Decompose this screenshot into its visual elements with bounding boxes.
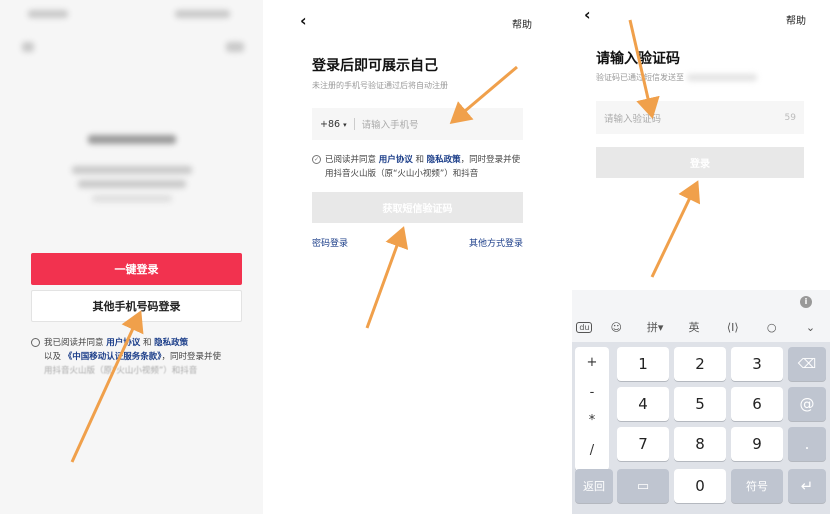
key-4[interactable]: 4 [617, 387, 669, 421]
login-button[interactable]: 登录 [596, 147, 804, 178]
agree-suffix-text: ，同时登录并使 [161, 352, 221, 362]
enter-icon: ↵ [800, 477, 814, 495]
other-login-link[interactable]: 其他方式登录 [469, 236, 523, 249]
symbol-key[interactable]: 符号 [731, 469, 783, 503]
key-8[interactable]: 8 [674, 427, 726, 461]
caret-down-icon: ▾ [343, 120, 347, 129]
masked-carrier-line-3 [92, 195, 172, 202]
status-bar-left [28, 10, 68, 18]
key-slash[interactable]: / [575, 443, 609, 458]
pinyin-mode-toggle[interactable]: 拼▾ [640, 319, 670, 335]
privacy-policy-link[interactable]: 隐私政策 [154, 338, 188, 348]
key-minus[interactable]: - [575, 385, 609, 400]
key-7[interactable]: 7 [617, 427, 669, 461]
english-mode-toggle[interactable]: 英 [679, 319, 709, 335]
back-chevron-icon[interactable]: ‹ [300, 11, 307, 30]
agree-text: 已阅读并同意 [325, 155, 377, 165]
key-3[interactable]: 3 [731, 347, 783, 381]
symbol-column: + - * / [575, 347, 609, 471]
phone-input[interactable]: +86 ▾ 请输入手机号 [312, 108, 523, 140]
keyboard-toolbar: du ☺ 拼▾ 英 ⟨I⟩ ○ ⌄ [572, 312, 830, 342]
back-key[interactable]: 返回 [575, 469, 613, 503]
country-code-text: +86 [320, 118, 341, 130]
password-login-link[interactable]: 密码登录 [312, 236, 348, 249]
page-subtitle: 未注册的手机号验证通过后将自动注册 [312, 81, 448, 90]
backspace-icon: ⌫ [797, 356, 817, 372]
masked-phone-number [88, 135, 176, 144]
agree-text: 我已阅读并同意 [44, 338, 104, 348]
help-link[interactable]: 帮助 [512, 16, 532, 31]
agree-radio[interactable] [31, 338, 40, 347]
key-0[interactable]: 0 [674, 469, 726, 503]
key-at[interactable]: @ [788, 387, 826, 421]
country-code-select[interactable]: +86 ▾ [312, 119, 347, 130]
key-9[interactable]: 9 [731, 427, 783, 461]
divider [353, 118, 355, 130]
agree-check-icon[interactable]: ✓ [312, 155, 321, 164]
collapse-keyboard-icon[interactable]: ⌄ [795, 321, 825, 334]
cursor-icon[interactable]: ⟨I⟩ [718, 321, 748, 334]
help-link[interactable]: 帮助 [786, 12, 806, 27]
emoji-icon[interactable]: ☺ [601, 321, 631, 334]
key-5[interactable]: 5 [674, 387, 726, 421]
code-placeholder: 请输入验证码 [604, 113, 662, 125]
info-icon[interactable]: i [800, 296, 812, 308]
voice-key[interactable]: ▭ [617, 469, 669, 503]
status-bar-right [175, 10, 230, 18]
keyboard-logo-icon[interactable]: du [576, 321, 593, 333]
page-title: 请输入验证码 [596, 51, 680, 67]
and-text: 和 [142, 338, 152, 348]
subtitle-text: 验证码已通过短信发送至 [596, 73, 684, 82]
cmcc-terms-link[interactable]: 《中国移动认证服务条款》 [64, 352, 162, 362]
countdown-timer: 59 [784, 112, 796, 123]
masked-carrier-line-1 [72, 166, 192, 174]
user-agreement-link[interactable]: 用户协议 [379, 155, 413, 165]
phone-placeholder: 请输入手机号 [361, 120, 419, 131]
page-title: 登录后即可展示自己 [312, 58, 438, 74]
masked-carrier-line-2 [78, 180, 186, 188]
microphone-icon: ▭ [636, 478, 650, 494]
key-dot[interactable]: . [788, 427, 826, 461]
key-1[interactable]: 1 [617, 347, 669, 381]
page-subtitle: 验证码已通过短信发送至 [596, 72, 757, 83]
get-sms-code-button[interactable]: 获取短信验证码 [312, 192, 523, 223]
keyboard-top-bar: i [572, 290, 830, 312]
masked-phone [686, 74, 757, 81]
close-icon[interactable] [22, 42, 34, 52]
code-input[interactable]: 请输入验证码 59 [596, 101, 804, 134]
backspace-key[interactable]: ⌫ [788, 347, 826, 381]
agree-faded-text: 用抖音火山版（原“火山小视频”）和抖音 [44, 366, 198, 376]
agreement-block: ✓ 已阅读并同意 用户协议 和 隐私政策，同时登录并使用抖音火山版（原“火山小视… [312, 153, 527, 181]
search-icon[interactable]: ○ [757, 321, 787, 334]
one-click-login-button[interactable]: 一键登录 [31, 253, 242, 285]
key-2[interactable]: 2 [674, 347, 726, 381]
and-text: 和 [415, 155, 424, 165]
also-text: 以及 [44, 352, 62, 362]
menu-icon[interactable] [226, 42, 244, 52]
key-6[interactable]: 6 [731, 387, 783, 421]
verify-code-panel: ‹ 帮助 请输入验证码 验证码已通过短信发送至 请输入验证码 59 登录 i d… [572, 0, 830, 514]
key-asterisk[interactable]: * [575, 413, 609, 428]
login-panel-one-click: 一键登录 其他手机号码登录 我已阅读并同意 用户协议 和 隐私政策 以及 《中国… [0, 0, 263, 514]
key-plus[interactable]: + [575, 355, 609, 370]
enter-key[interactable]: ↵ [788, 469, 826, 503]
login-panel-phone: ‹ 帮助 登录后即可展示自己 未注册的手机号验证通过后将自动注册 +86 ▾ 请… [290, 0, 553, 514]
privacy-policy-link[interactable]: 隐私政策 [427, 155, 461, 165]
numeric-keyboard: i du ☺ 拼▾ 英 ⟨I⟩ ○ ⌄ + - * / 1 2 3 ⌫ 4 5 … [572, 290, 830, 514]
agreement-block: 我已阅读并同意 用户协议 和 隐私政策 以及 《中国移动认证服务条款》，同时登录… [31, 336, 251, 378]
other-phone-login-button[interactable]: 其他手机号码登录 [31, 290, 242, 322]
back-chevron-icon[interactable]: ‹ [584, 5, 591, 24]
user-agreement-link[interactable]: 用户协议 [106, 338, 140, 348]
